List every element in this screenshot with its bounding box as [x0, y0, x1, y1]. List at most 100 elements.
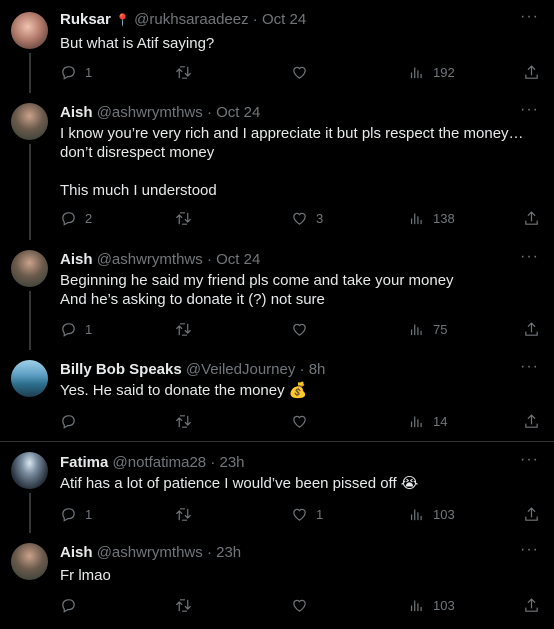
reply-count: 1 — [85, 64, 93, 80]
like-icon — [291, 597, 308, 614]
user-handle[interactable]: @rukhsaraadeez — [134, 11, 248, 28]
thread-line — [29, 493, 31, 533]
retweet-icon — [175, 321, 192, 338]
reply-button[interactable]: 1 — [60, 504, 92, 524]
views-icon — [408, 413, 425, 430]
views-button[interactable]: 192 — [408, 62, 455, 82]
like-button[interactable]: 1 — [291, 504, 323, 524]
retweet-button[interactable] — [175, 62, 200, 82]
like-count: 3 — [316, 210, 324, 226]
retweet-button[interactable] — [175, 208, 200, 228]
more-icon[interactable]: ··· — [520, 101, 539, 119]
avatar[interactable] — [11, 12, 48, 49]
tweet[interactable]: Ruksar 📍 @rukhsaraadeez · Oct 24 ··· But… — [0, 0, 554, 93]
user-handle[interactable]: @ashwrymthws — [97, 251, 203, 268]
tweet-header: Fatima @notfatima28 · 23h — [60, 454, 245, 472]
timestamp[interactable]: 23h — [216, 544, 241, 561]
view-count: 75 — [433, 321, 448, 337]
reply-icon — [60, 210, 77, 227]
thread-line — [29, 144, 31, 240]
reply-button[interactable]: 1 — [60, 62, 92, 82]
views-icon — [408, 597, 425, 614]
share-button[interactable] — [523, 208, 540, 228]
share-button[interactable] — [523, 62, 540, 82]
tweet[interactable]: Billy Bob Speaks @VeiledJourney · 8h ···… — [0, 350, 554, 440]
user-name[interactable]: Billy Bob Speaks — [60, 361, 182, 378]
user-name[interactable]: Aish — [60, 104, 93, 121]
reply-icon — [60, 64, 77, 81]
retweet-icon — [175, 506, 192, 523]
like-icon — [291, 321, 308, 338]
share-button[interactable] — [523, 319, 540, 339]
timestamp[interactable]: Oct 24 — [216, 104, 260, 121]
avatar[interactable] — [11, 543, 48, 580]
reply-icon — [60, 321, 77, 338]
user-handle[interactable]: @notfatima28 — [113, 454, 207, 471]
reply-count: 1 — [85, 506, 93, 522]
user-name[interactable]: Aish — [60, 251, 93, 268]
like-button[interactable] — [291, 411, 316, 431]
more-icon[interactable]: ··· — [520, 451, 539, 469]
like-button[interactable] — [291, 595, 316, 615]
retweet-icon — [175, 413, 192, 430]
reply-icon — [60, 506, 77, 523]
separator-dot: · — [252, 11, 258, 28]
retweet-button[interactable] — [175, 504, 200, 524]
reply-button[interactable]: 1 — [60, 319, 92, 339]
tweet-text: Yes. He said to donate the money 💰 — [60, 382, 308, 399]
tweet-header: Ruksar 📍 @rukhsaraadeez · Oct 24 — [60, 11, 306, 29]
user-handle[interactable]: @ashwrymthws — [97, 104, 203, 121]
reply-button[interactable] — [60, 595, 85, 615]
like-icon — [291, 506, 308, 523]
tweet-text: Beginning he said my friend pls come and… — [60, 272, 454, 308]
views-button[interactable]: 14 — [408, 411, 447, 431]
views-button[interactable]: 103 — [408, 595, 455, 615]
avatar[interactable] — [11, 103, 48, 140]
view-count: 138 — [433, 210, 455, 226]
timestamp[interactable]: 23h — [220, 454, 245, 471]
timestamp[interactable]: Oct 24 — [262, 11, 306, 28]
views-button[interactable]: 138 — [408, 208, 455, 228]
tweet[interactable]: Aish @ashwrymthws · 23h ··· Fr lmao 103 — [0, 533, 554, 629]
timestamp[interactable]: Oct 24 — [216, 251, 260, 268]
separator-dot: · — [210, 454, 216, 471]
retweet-button[interactable] — [175, 595, 200, 615]
views-icon — [408, 210, 425, 227]
like-count: 1 — [316, 506, 324, 522]
share-button[interactable] — [523, 411, 540, 431]
user-handle[interactable]: @ashwrymthws — [97, 544, 203, 561]
views-button[interactable]: 75 — [408, 319, 447, 339]
separator-dot: · — [206, 544, 212, 561]
avatar[interactable] — [11, 250, 48, 287]
tweet[interactable]: Aish @ashwrymthws · Oct 24 ··· I know yo… — [0, 93, 554, 240]
like-button[interactable] — [291, 319, 316, 339]
like-button[interactable]: 3 — [291, 208, 323, 228]
timestamp[interactable]: 8h — [309, 361, 326, 378]
avatar[interactable] — [11, 452, 48, 489]
tweet[interactable]: Aish @ashwrymthws · Oct 24 ··· Beginning… — [0, 240, 554, 350]
user-name[interactable]: Aish — [60, 544, 93, 561]
separator-dot: · — [206, 104, 212, 121]
more-icon[interactable]: ··· — [520, 358, 539, 376]
like-button[interactable] — [291, 62, 316, 82]
user-name[interactable]: Ruksar — [60, 11, 111, 28]
tweet-actions: 1 1 103 — [60, 504, 544, 524]
reply-button[interactable]: 2 — [60, 208, 92, 228]
like-icon — [291, 64, 308, 81]
views-button[interactable]: 103 — [408, 504, 455, 524]
user-handle[interactable]: @VeiledJourney — [186, 361, 295, 378]
share-button[interactable] — [523, 504, 540, 524]
more-icon[interactable]: ··· — [520, 541, 539, 559]
avatar[interactable] — [11, 360, 48, 397]
retweet-button[interactable] — [175, 411, 200, 431]
reply-icon — [60, 413, 77, 430]
share-icon — [523, 321, 540, 338]
more-icon[interactable]: ··· — [520, 248, 539, 266]
share-button[interactable] — [523, 595, 540, 615]
user-name[interactable]: Fatima — [60, 454, 108, 471]
more-icon[interactable]: ··· — [520, 8, 539, 26]
retweet-button[interactable] — [175, 319, 200, 339]
tweet-text: Fr lmao — [60, 567, 111, 584]
reply-button[interactable] — [60, 411, 85, 431]
tweet[interactable]: Fatima @notfatima28 · 23h ··· Atif has a… — [0, 442, 554, 533]
